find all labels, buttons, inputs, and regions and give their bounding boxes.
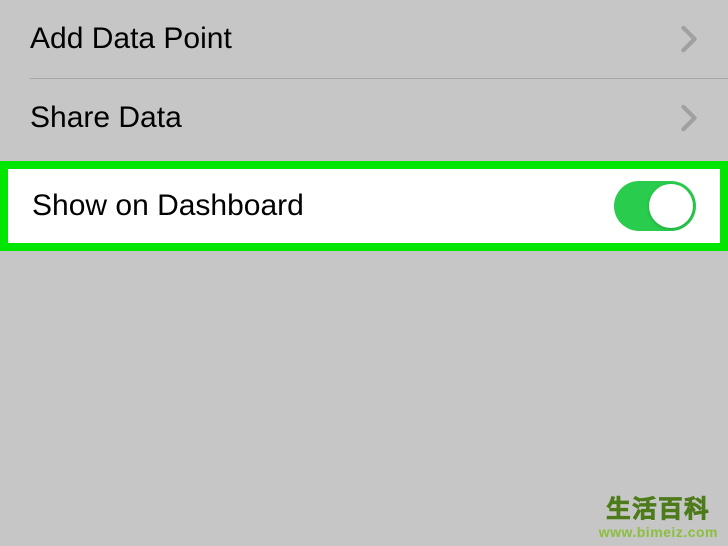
settings-list: Add Data Point Share Data Show on Dashbo… [0, 0, 728, 251]
chevron-right-icon [680, 104, 698, 132]
row-label-show-on-dashboard: Show on Dashboard [32, 189, 304, 223]
row-show-on-dashboard: Show on Dashboard [0, 161, 728, 251]
toggle-knob [649, 184, 693, 228]
row-label-add-data-point: Add Data Point [30, 22, 232, 56]
toggle-show-on-dashboard[interactable] [614, 181, 696, 231]
watermark-url: www.bimeiz.com [599, 524, 718, 540]
watermark-cn: 生活百科 [599, 489, 718, 524]
watermark: 生活百科 www.bimeiz.com [599, 489, 718, 540]
row-add-data-point[interactable]: Add Data Point [0, 0, 728, 78]
chevron-right-icon [680, 25, 698, 53]
row-share-data[interactable]: Share Data [0, 79, 728, 157]
row-label-share-data: Share Data [30, 101, 182, 135]
